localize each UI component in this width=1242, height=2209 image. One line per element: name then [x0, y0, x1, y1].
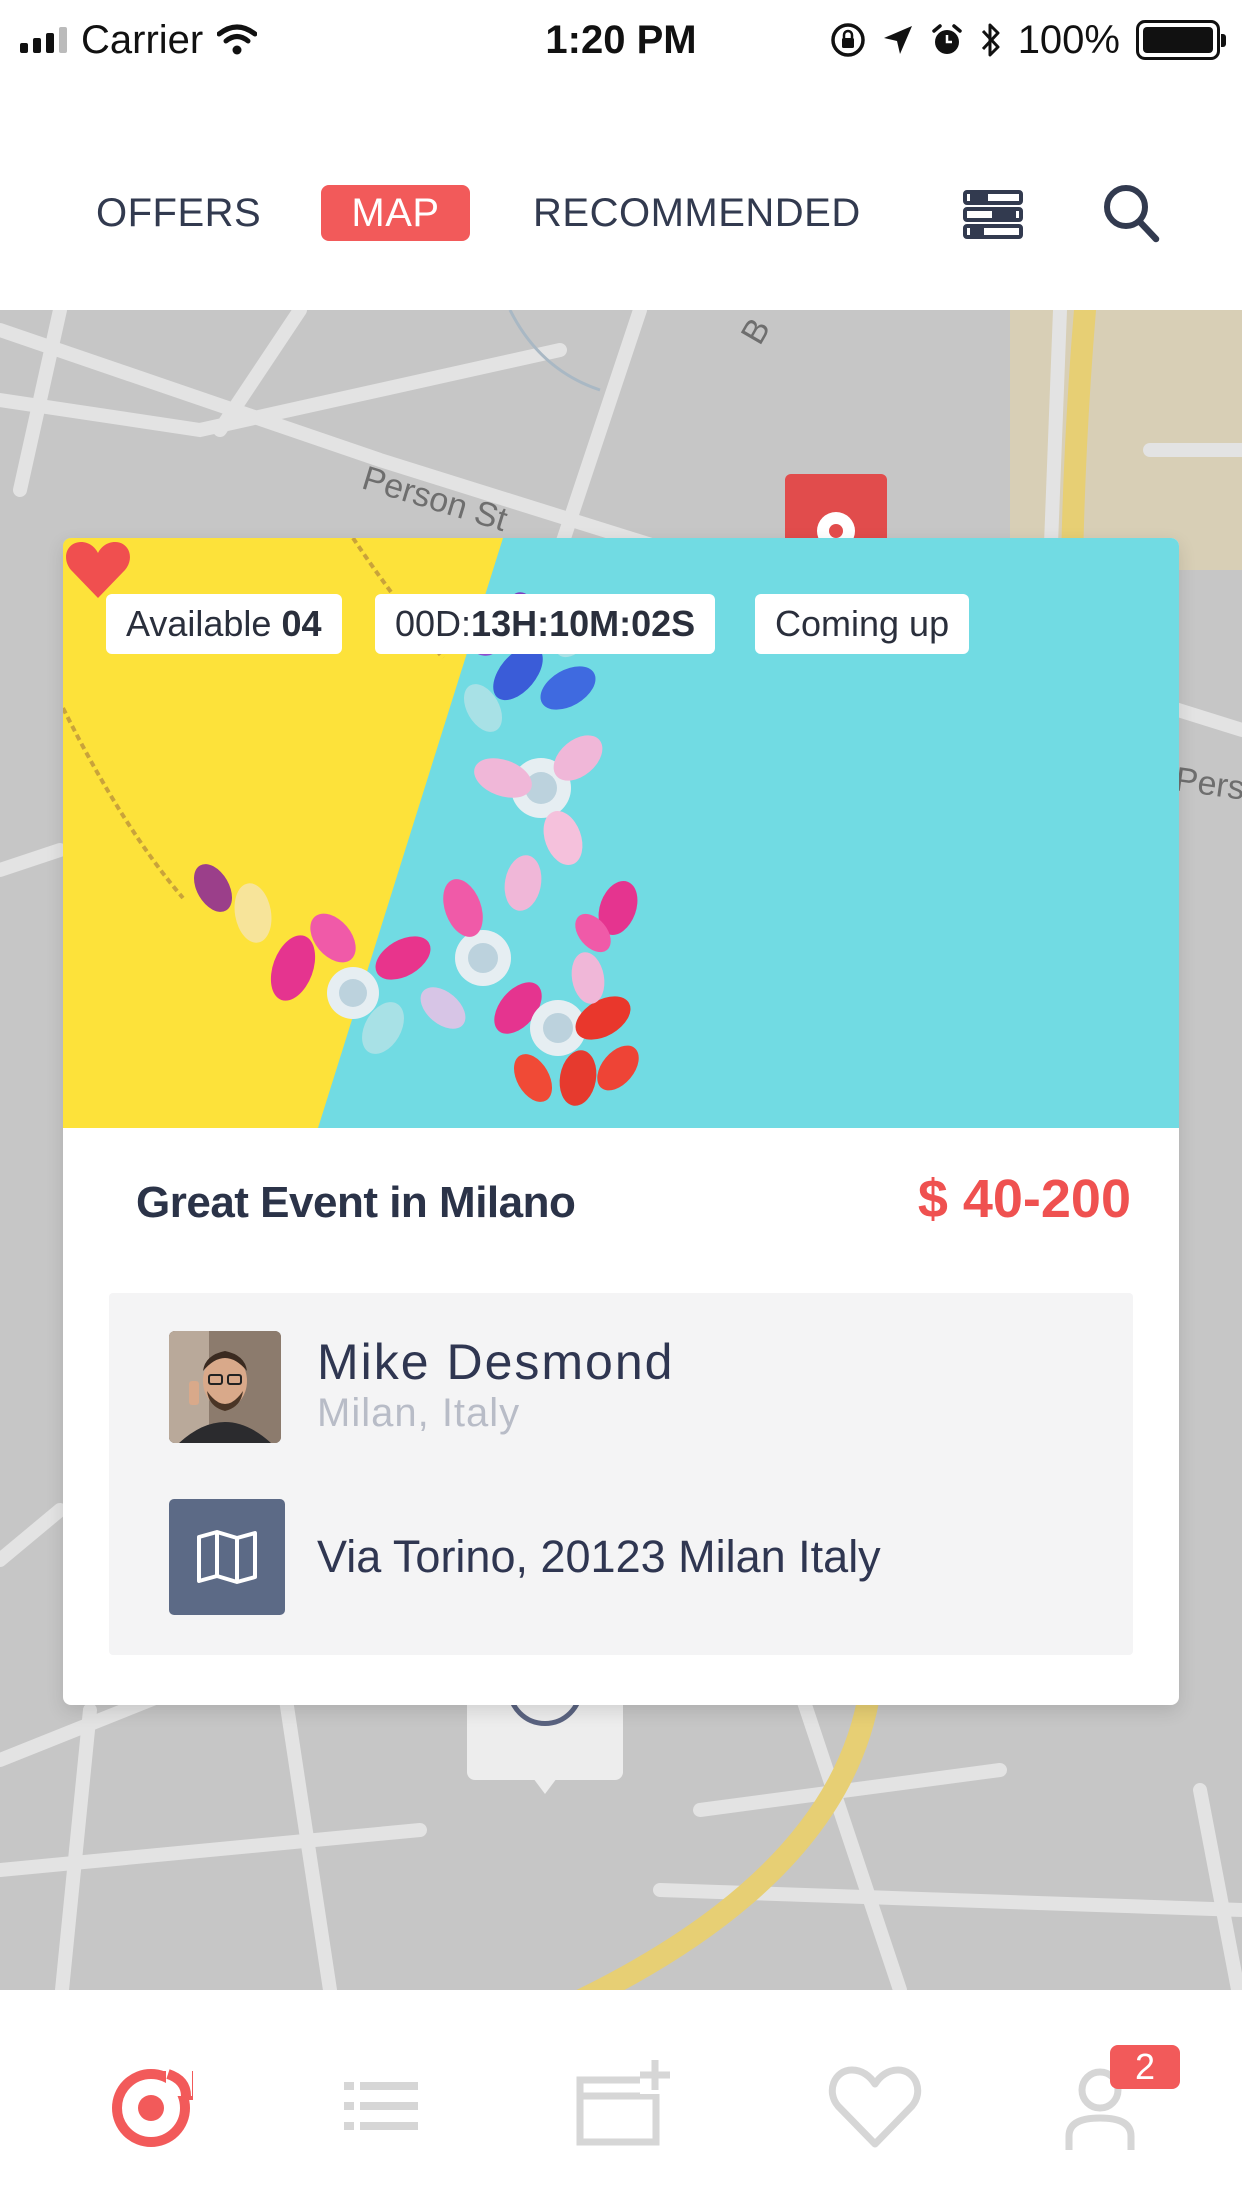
- alarm-icon: [931, 24, 962, 54]
- event-image: Available 04 00D:13H:10M:02S Coming up: [63, 538, 1179, 1128]
- explore-icon[interactable]: [96, 2050, 206, 2160]
- pin-dot: [829, 524, 843, 538]
- event-address: Via Torino, 20123 Milan Italy: [317, 1531, 881, 1582]
- event-card[interactable]: Available 04 00D:13H:10M:02S Coming up G…: [63, 538, 1179, 1705]
- countdown-chip: 00D:13H:10M:02S: [375, 594, 716, 654]
- event-info-box: Mike Desmond Milan, Italy Via Torino, 20…: [109, 1293, 1133, 1655]
- battery-icon: [1136, 20, 1226, 60]
- available-count: 04: [281, 603, 322, 644]
- avatar[interactable]: [169, 1331, 281, 1443]
- notification-badge: 2: [1110, 2045, 1180, 2089]
- heart-icon[interactable]: [63, 538, 133, 602]
- countdown-days: 00D:: [395, 603, 472, 644]
- battery-level: [1143, 27, 1213, 53]
- search-icon[interactable]: [1101, 182, 1161, 244]
- add-event-icon[interactable]: [570, 2050, 680, 2160]
- host-name: Mike Desmond: [317, 1334, 675, 1390]
- bluetooth-icon: [981, 23, 1000, 57]
- tab-offers[interactable]: OFFERS: [96, 185, 261, 241]
- favorites-icon[interactable]: [820, 2050, 930, 2160]
- top-nav: OFFERS MAP RECOMMENDED: [0, 80, 1242, 310]
- filter-icon[interactable]: [962, 188, 1024, 240]
- map-icon: [197, 1530, 257, 1584]
- countdown-time: 13H:10M:02S: [471, 603, 696, 644]
- event-price: $ 40-200: [917, 1169, 1131, 1229]
- status-chip: Coming up: [755, 594, 970, 654]
- map-button[interactable]: [169, 1499, 285, 1615]
- location-arrow-icon: [883, 26, 912, 54]
- bottom-tab-bar: [0, 1990, 1242, 2209]
- tab-map[interactable]: MAP: [321, 185, 470, 241]
- host-location: Milan, Italy: [317, 1391, 521, 1435]
- available-label: Available: [126, 603, 272, 644]
- event-title: Great Event in Milano: [136, 1178, 576, 1227]
- host-photo: [169, 1331, 281, 1443]
- tab-recommended[interactable]: RECOMMENDED: [533, 185, 861, 241]
- rotation-lock-icon: [830, 23, 865, 57]
- battery-percent: 100%: [1017, 17, 1120, 62]
- status-right: 100%: [830, 14, 1226, 66]
- availability-chip: Available 04: [106, 594, 342, 654]
- list-icon[interactable]: [326, 2050, 436, 2160]
- status-bar: Carrier 1:20 PM 100%: [0, 0, 1242, 80]
